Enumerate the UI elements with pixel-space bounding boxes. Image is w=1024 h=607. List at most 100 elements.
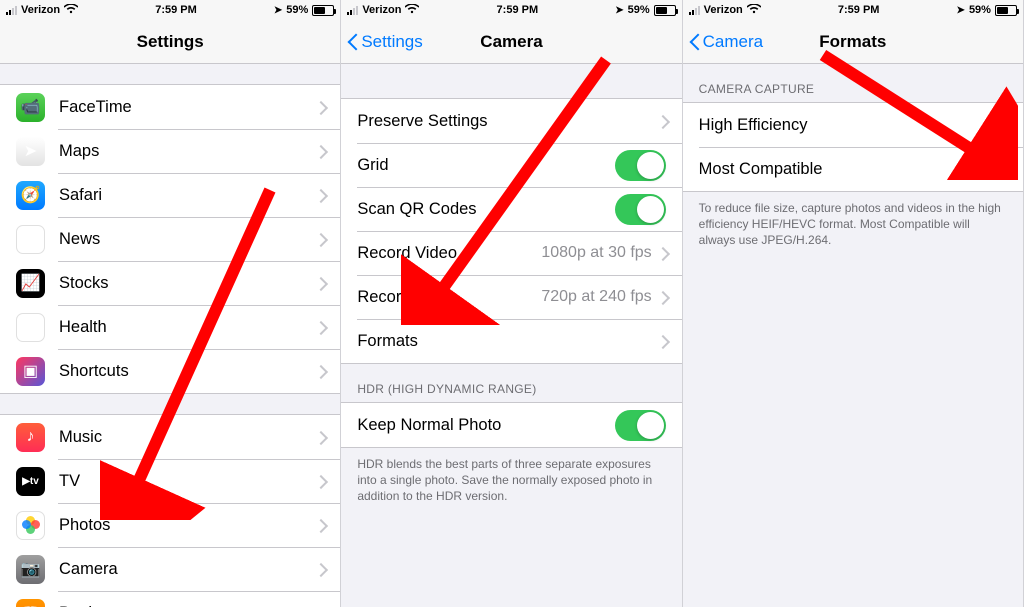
chevron-right-icon	[658, 291, 666, 304]
chevron-right-icon	[316, 475, 324, 488]
formats-footer-text: To reduce file size, capture photos and …	[683, 192, 1023, 259]
settings-root-pane: Verizon 7:59 PM ➤ 59% Settings 📹 FaceTime…	[0, 0, 341, 607]
chevron-right-icon	[316, 189, 324, 202]
settings-row-music[interactable]: ♪ Music	[0, 415, 340, 459]
row-label: Camera	[59, 560, 316, 579]
shortcuts-app-icon: ▣	[16, 357, 45, 386]
formats-pane: Verizon 7:59 PM ➤ 59% Camera Formats CAM…	[683, 0, 1024, 607]
signal-strength-icon	[347, 5, 358, 15]
signal-strength-icon	[689, 5, 700, 15]
status-bar: Verizon 7:59 PM ➤ 59%	[341, 0, 681, 20]
camera-settings-list: Preserve SettingsGridScan QR CodesRecord…	[341, 98, 681, 364]
signal-strength-icon	[6, 5, 17, 15]
chevron-right-icon	[316, 233, 324, 246]
back-label: Camera	[703, 32, 763, 52]
health-app-icon: ♥	[16, 313, 45, 342]
battery-icon	[654, 5, 676, 16]
chevron-right-icon	[658, 335, 666, 348]
battery-percent-label: 59%	[969, 4, 991, 16]
settings-row-photos[interactable]: Photos	[0, 503, 340, 547]
row-label: Stocks	[59, 274, 316, 293]
format-option-most-compatible[interactable]: Most Compatible✓	[683, 147, 1023, 191]
battery-icon	[312, 5, 334, 16]
camera-row-scan-qr-codes[interactable]: Scan QR Codes	[341, 187, 681, 231]
back-button[interactable]: Settings	[347, 32, 422, 52]
toggle-scan-qr-codes[interactable]	[615, 194, 666, 225]
chevron-left-icon	[689, 32, 701, 52]
location-icon: ➤	[615, 5, 623, 16]
location-icon: ➤	[957, 5, 965, 16]
row-keep-normal-photo[interactable]: Keep Normal Photo	[341, 403, 681, 447]
hdr-footer-text: HDR blends the best parts of three separ…	[341, 448, 681, 515]
chevron-right-icon	[316, 101, 324, 114]
row-label: Health	[59, 318, 316, 337]
camera-row-record-slo-[interactable]: Record Slo-720p at 240 fps	[341, 275, 681, 319]
battery-icon	[995, 5, 1017, 16]
photos-app-icon	[16, 511, 45, 540]
chevron-right-icon	[316, 277, 324, 290]
status-bar: Verizon 7:59 PM ➤ 59%	[683, 0, 1023, 20]
chevron-right-icon	[316, 321, 324, 334]
camera-settings-pane: Verizon 7:59 PM ➤ 59% Settings Camera Pr…	[341, 0, 682, 607]
news-app-icon: N	[16, 225, 45, 254]
row-label: Preserve Settings	[357, 112, 657, 131]
row-label: Maps	[59, 142, 316, 161]
location-icon: ➤	[274, 5, 282, 16]
row-label: Photos	[59, 516, 316, 535]
camera-row-formats[interactable]: Formats	[341, 319, 681, 363]
toggle-keep-normal-photo[interactable]	[615, 410, 666, 441]
row-label: TV	[59, 472, 316, 491]
settings-row-news[interactable]: N News	[0, 217, 340, 261]
facetime-app-icon: 📹	[16, 93, 45, 122]
page-title: Formats	[819, 32, 886, 52]
row-label: Most Compatible	[699, 160, 992, 179]
settings-row-shortcuts[interactable]: ▣ Shortcuts	[0, 349, 340, 393]
chevron-left-icon	[347, 32, 359, 52]
row-label: Grid	[357, 156, 614, 175]
settings-row-safari[interactable]: 🧭Safari	[0, 173, 340, 217]
navbar-settings: Settings	[0, 20, 340, 64]
wifi-icon	[64, 3, 78, 17]
navbar-camera: Settings Camera	[341, 20, 681, 64]
back-button[interactable]: Camera	[689, 32, 763, 52]
wifi-icon	[405, 3, 419, 17]
row-label: Music	[59, 428, 316, 447]
chevron-right-icon	[316, 519, 324, 532]
row-label: Record Slo-	[357, 288, 541, 307]
settings-row-stocks[interactable]: 📈 Stocks	[0, 261, 340, 305]
settings-row-maps[interactable]: ➤Maps	[0, 129, 340, 173]
settings-row-camera[interactable]: 📷Camera	[0, 547, 340, 591]
format-option-high-efficiency[interactable]: High Efficiency	[683, 103, 1023, 147]
clock-label: 7:59 PM	[155, 4, 197, 16]
carrier-label: Verizon	[704, 4, 743, 16]
chevron-right-icon	[316, 145, 324, 158]
row-label: Safari	[59, 186, 316, 205]
page-title: Camera	[480, 32, 542, 52]
camera-row-record-video[interactable]: Record Video1080p at 30 fps	[341, 231, 681, 275]
settings-row-facetime[interactable]: 📹 FaceTime	[0, 85, 340, 129]
settings-group-apps-1: 📹 FaceTime ➤Maps🧭Safari N News 📈 Stocks ♥ Health…	[0, 84, 340, 394]
checkmark-icon: ✓	[992, 159, 1007, 180]
stocks-app-icon: 📈	[16, 269, 45, 298]
row-label: News	[59, 230, 316, 249]
status-bar: Verizon 7:59 PM ➤ 59%	[0, 0, 340, 20]
row-label: Formats	[357, 332, 657, 351]
carrier-label: Verizon	[362, 4, 401, 16]
navbar-formats: Camera Formats	[683, 20, 1023, 64]
row-label: High Efficiency	[699, 116, 1007, 135]
row-label: Books	[59, 604, 316, 607]
books-app-icon: 📖	[16, 599, 45, 607]
settings-row-books[interactable]: 📖 Books	[0, 591, 340, 607]
music-app-icon: ♪	[16, 423, 45, 452]
toggle-grid[interactable]	[615, 150, 666, 181]
clock-label: 7:59 PM	[497, 4, 539, 16]
battery-percent-label: 59%	[286, 4, 308, 16]
formats-option-list: High Efficiency Most Compatible✓	[683, 102, 1023, 192]
settings-row-health[interactable]: ♥ Health	[0, 305, 340, 349]
row-label: Shortcuts	[59, 362, 316, 381]
settings-row-tv[interactable]: ▶tvTV	[0, 459, 340, 503]
battery-percent-label: 59%	[628, 4, 650, 16]
row-label: FaceTime	[59, 98, 316, 117]
camera-row-preserve-settings[interactable]: Preserve Settings	[341, 99, 681, 143]
camera-row-grid[interactable]: Grid	[341, 143, 681, 187]
